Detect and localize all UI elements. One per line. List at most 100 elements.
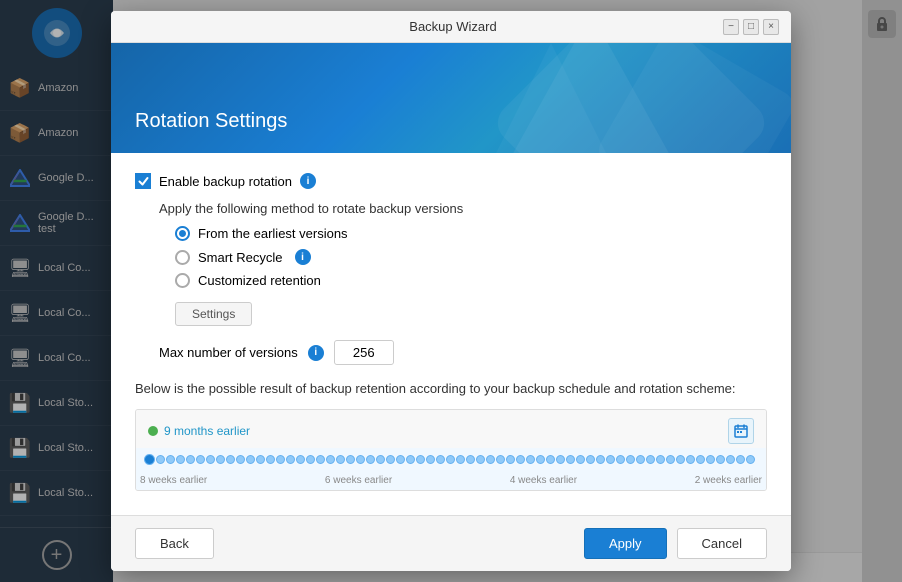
timeline-dot xyxy=(566,455,575,464)
timeline-dot xyxy=(236,455,245,464)
radio-smart-label: Smart Recycle xyxy=(198,250,283,265)
timeline-label-2: 4 weeks earlier xyxy=(510,475,577,486)
timeline-dot xyxy=(306,455,315,464)
timeline-dot xyxy=(546,455,555,464)
timeline-dot xyxy=(296,455,305,464)
smart-recycle-info-icon[interactable]: i xyxy=(295,249,311,265)
timeline-container: 9 months earlier xyxy=(135,409,767,491)
timeline-dot xyxy=(716,455,725,464)
timeline-labels: 8 weeks earlier 6 weeks earlier 4 weeks … xyxy=(136,473,766,490)
timeline-dot xyxy=(576,455,585,464)
timeline-dot xyxy=(446,455,455,464)
modal-overlay: Backup Wizard − □ × Rotation Settings xyxy=(0,0,902,582)
wizard-section-title: Rotation Settings xyxy=(135,110,287,133)
rotation-method-options: From the earliest versions Smart Recycle… xyxy=(175,226,767,288)
minimize-button[interactable]: − xyxy=(723,19,739,35)
timeline-dot xyxy=(596,455,605,464)
timeline-dot xyxy=(556,455,565,464)
timeline-dot xyxy=(626,455,635,464)
timeline-dot xyxy=(326,455,335,464)
cancel-button[interactable]: Cancel xyxy=(677,528,767,559)
timeline-label-1: 6 weeks earlier xyxy=(325,475,392,486)
timeline-dot xyxy=(266,455,275,464)
settings-button[interactable]: Settings xyxy=(175,302,252,326)
timeline-dot xyxy=(366,455,375,464)
decorative-polygon-2 xyxy=(491,43,611,153)
timeline-dot xyxy=(196,455,205,464)
modal-body: Enable backup rotation i Apply the follo… xyxy=(111,153,791,515)
backup-wizard-modal: Backup Wizard − □ × Rotation Settings xyxy=(111,11,791,571)
timeline-dot xyxy=(676,455,685,464)
timeline-dot xyxy=(746,455,755,464)
enable-rotation-info-icon[interactable]: i xyxy=(300,173,316,189)
timeline-track xyxy=(136,448,766,473)
timeline-label-3: 2 weeks earlier xyxy=(695,475,762,486)
timeline-dot xyxy=(586,455,595,464)
timeline-header: 9 months earlier xyxy=(136,410,766,448)
timeline-dot xyxy=(346,455,355,464)
timeline-label-0: 8 weeks earlier xyxy=(140,475,207,486)
radio-smart-recycle[interactable] xyxy=(175,250,190,265)
apply-button[interactable]: Apply xyxy=(584,528,667,559)
timeline-dot xyxy=(636,455,645,464)
enable-backup-rotation-row: Enable backup rotation i xyxy=(135,173,767,189)
max-versions-label: Max number of versions xyxy=(159,345,298,360)
timeline-legend: 9 months earlier xyxy=(148,424,250,438)
timeline-dot xyxy=(426,455,435,464)
modal-title: Backup Wizard xyxy=(183,19,723,34)
window-controls: − □ × xyxy=(723,19,779,35)
timeline-dot xyxy=(286,455,295,464)
timeline-dot xyxy=(186,455,195,464)
timeline-dot xyxy=(666,455,675,464)
timeline-dot xyxy=(536,455,545,464)
timeline-dots xyxy=(144,454,758,465)
timeline-dot xyxy=(616,455,625,464)
timeline-dot xyxy=(406,455,415,464)
timeline-dot xyxy=(226,455,235,464)
close-button[interactable]: × xyxy=(763,19,779,35)
timeline-dot xyxy=(166,455,175,464)
radio-row-smart: Smart Recycle i xyxy=(175,249,767,265)
timeline-start-dot xyxy=(144,454,155,465)
timeline-dot xyxy=(466,455,475,464)
max-versions-input[interactable] xyxy=(334,340,394,365)
timeline-legend-text: 9 months earlier xyxy=(164,424,250,438)
modal-header-banner: Rotation Settings xyxy=(111,43,791,153)
timeline-dot xyxy=(526,455,535,464)
timeline-dot xyxy=(686,455,695,464)
radio-earliest-label: From the earliest versions xyxy=(198,226,348,241)
enable-backup-rotation-label: Enable backup rotation xyxy=(159,174,292,189)
timeline-dot xyxy=(376,455,385,464)
timeline-dot xyxy=(356,455,365,464)
radio-row-earliest: From the earliest versions xyxy=(175,226,767,241)
modal-titlebar: Backup Wizard − □ × xyxy=(111,11,791,43)
calendar-icon[interactable] xyxy=(728,418,754,444)
legend-dot xyxy=(148,426,158,436)
timeline-dot xyxy=(656,455,665,464)
timeline-dot xyxy=(606,455,615,464)
max-versions-info-icon[interactable]: i xyxy=(308,345,324,361)
radio-customized-label: Customized retention xyxy=(198,273,321,288)
timeline-dot xyxy=(416,455,425,464)
timeline-dot xyxy=(206,455,215,464)
timeline-dot xyxy=(216,455,225,464)
timeline-dot xyxy=(256,455,265,464)
timeline-dot xyxy=(176,455,185,464)
timeline-dot xyxy=(476,455,485,464)
timeline-dot xyxy=(156,455,165,464)
enable-backup-rotation-checkbox[interactable] xyxy=(135,173,151,189)
timeline-dot xyxy=(486,455,495,464)
radio-customized[interactable] xyxy=(175,273,190,288)
timeline-dot xyxy=(496,455,505,464)
back-button[interactable]: Back xyxy=(135,528,214,559)
timeline-dot xyxy=(456,455,465,464)
timeline-dot xyxy=(436,455,445,464)
max-versions-row: Max number of versions i xyxy=(159,340,767,365)
timeline-dot xyxy=(336,455,345,464)
timeline-dot xyxy=(706,455,715,464)
maximize-button[interactable]: □ xyxy=(743,19,759,35)
radio-earliest[interactable] xyxy=(175,226,190,241)
radio-row-custom: Customized retention xyxy=(175,273,767,288)
footer-right-buttons: Apply Cancel xyxy=(584,528,767,559)
timeline-dot xyxy=(386,455,395,464)
